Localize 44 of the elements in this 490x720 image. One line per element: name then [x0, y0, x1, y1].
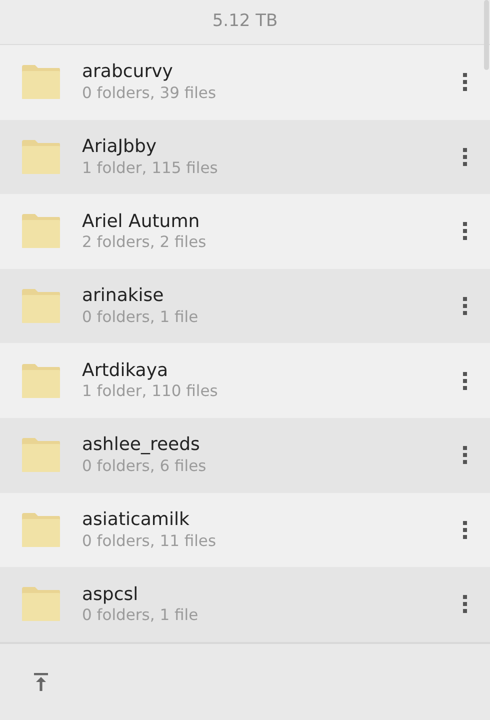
- folder-row[interactable]: Ariel Autumn 2 folders, 2 files: [0, 194, 490, 269]
- folder-name: AriaJbby: [82, 136, 158, 158]
- more-vertical-icon: [462, 445, 468, 466]
- folder-icon: [21, 512, 61, 547]
- folder-icon: [21, 140, 61, 174]
- more-vertical-icon: [462, 520, 468, 540]
- storage-size: 5.12 TB: [212, 10, 278, 34]
- folder-name: Ariel Autumn: [82, 210, 201, 232]
- more-vertical-icon: [462, 296, 468, 316]
- folder-icon: [21, 214, 61, 248]
- folder-icon: [21, 587, 61, 622]
- folder-icon: [21, 65, 61, 100]
- folder-name: asiaticamilk: [82, 508, 190, 531]
- folder-row[interactable]: asiaticamilk 0 folders, 11 files: [0, 492, 490, 568]
- folder-name: arinakise: [82, 285, 165, 307]
- folder-row[interactable]: aspcsl 0 folders, 1 file: [0, 567, 490, 642]
- folder-name: Artdikaya: [82, 360, 170, 382]
- folder-details: 0 folders, 11 files: [82, 530, 218, 551]
- folder-row[interactable]: AriaJbby 1 folder, 115 files: [0, 120, 490, 194]
- folder-details: 0 folders, 1 file: [82, 306, 200, 327]
- scrollbar[interactable]: [484, 0, 489, 70]
- folder-name: ashlee_reeds: [82, 434, 201, 456]
- folder-details: 0 folders, 1 file: [82, 605, 200, 626]
- scroll-to-top-button[interactable]: [33, 672, 49, 692]
- folder-details: 2 folders, 2 files: [82, 232, 208, 252]
- more-vertical-icon: [462, 146, 468, 167]
- folder-row[interactable]: Artdikaya 1 folder, 110 files: [0, 343, 490, 418]
- folder-icon: [21, 289, 61, 324]
- more-vertical-icon: [462, 370, 468, 391]
- more-vertical-icon: [462, 594, 468, 614]
- more-vertical-icon: [462, 72, 468, 92]
- folder-name: arabcurvy: [82, 61, 174, 84]
- folder-details: 1 folder, 110 files: [82, 381, 219, 402]
- folder-details: 1 folder, 115 files: [82, 158, 219, 178]
- folder-details: 0 folders, 39 files: [82, 83, 218, 104]
- folder-details: 0 folders, 6 files: [82, 456, 208, 476]
- folder-icon: [21, 364, 61, 398]
- folder-name: aspcsl: [82, 584, 140, 606]
- arrow-up-to-line-icon: [33, 672, 49, 692]
- folder-row[interactable]: arinakise 0 folders, 1 file: [0, 268, 490, 344]
- folder-row[interactable]: arabcurvy 0 folders, 39 files: [0, 45, 490, 120]
- more-vertical-icon: [462, 221, 468, 242]
- folder-icon: [21, 438, 61, 472]
- folder-row[interactable]: ashlee_reeds 0 folders, 6 files: [0, 418, 490, 493]
